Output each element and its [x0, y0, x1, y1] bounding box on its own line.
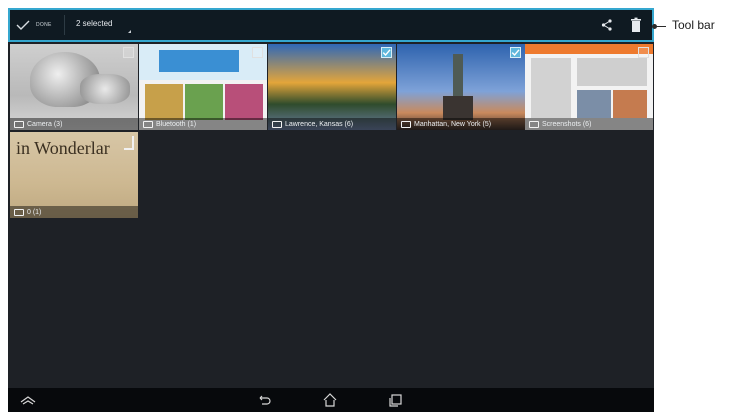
selection-checkbox[interactable] — [638, 47, 649, 58]
album-tile-bluetooth[interactable]: Bluetooth (1) — [139, 44, 267, 130]
share-icon[interactable] — [600, 18, 614, 32]
album-label: Screenshots (6) — [542, 120, 592, 128]
gallery-screen: DONE 2 selected Camera (3) Bluetooth (1)… — [8, 8, 654, 412]
done-button[interactable]: DONE — [16, 15, 52, 35]
folder-icon — [143, 120, 153, 128]
home-icon[interactable] — [322, 392, 338, 408]
selection-checkbox[interactable] — [123, 47, 134, 58]
selection-count-dropdown[interactable]: 2 selected — [76, 19, 112, 28]
album-label: 0 (1) — [27, 208, 42, 216]
callout-line — [654, 26, 666, 27]
album-caption: Screenshots (6) — [525, 118, 653, 130]
album-label: Manhattan, New York (5) — [414, 120, 492, 128]
recent-apps-icon[interactable] — [388, 392, 404, 408]
album-caption: Manhattan, New York (5) — [397, 118, 525, 130]
album-caption: Lawrence, Kansas (6) — [268, 118, 396, 130]
delete-icon[interactable] — [630, 17, 642, 33]
album-tile-manhattan-new-york[interactable]: Manhattan, New York (5) — [397, 44, 525, 130]
folder-icon — [14, 208, 24, 216]
album-tile-lawrence-kansas[interactable]: Lawrence, Kansas (6) — [268, 44, 396, 130]
folder-icon — [272, 120, 282, 128]
folder-icon — [529, 120, 539, 128]
camera-icon — [14, 120, 24, 128]
album-caption: Camera (3) — [10, 118, 138, 130]
selection-checkbox[interactable] — [252, 47, 263, 58]
album-caption: 0 (1) — [10, 206, 138, 218]
done-label: DONE — [36, 22, 52, 28]
album-caption: Bluetooth (1) — [139, 118, 267, 130]
selection-checkbox-checked[interactable] — [510, 47, 521, 58]
thumbnail-corner-mark — [124, 136, 134, 150]
toolbar: DONE 2 selected — [8, 8, 654, 42]
toolbar-callout-label: Tool bar — [672, 18, 715, 32]
dropdown-caret-icon — [128, 30, 131, 33]
album-label: Lawrence, Kansas (6) — [285, 120, 354, 128]
thumbnail-text: in Wonderlar — [16, 138, 110, 158]
album-label: Camera (3) — [27, 120, 63, 128]
system-navigation-bar — [8, 388, 654, 412]
album-tile-camera[interactable]: Camera (3) — [10, 44, 138, 130]
selection-checkbox-checked[interactable] — [381, 47, 392, 58]
album-tile-0[interactable]: in Wonderlar 0 (1) — [10, 132, 138, 218]
checkmark-icon — [16, 20, 30, 30]
album-tile-screenshots[interactable]: Screenshots (6) — [525, 44, 653, 130]
collapse-icon[interactable] — [20, 392, 36, 408]
toolbar-divider — [64, 15, 65, 35]
folder-icon — [401, 120, 411, 128]
album-label: Bluetooth (1) — [156, 120, 197, 128]
back-icon[interactable] — [256, 392, 272, 408]
